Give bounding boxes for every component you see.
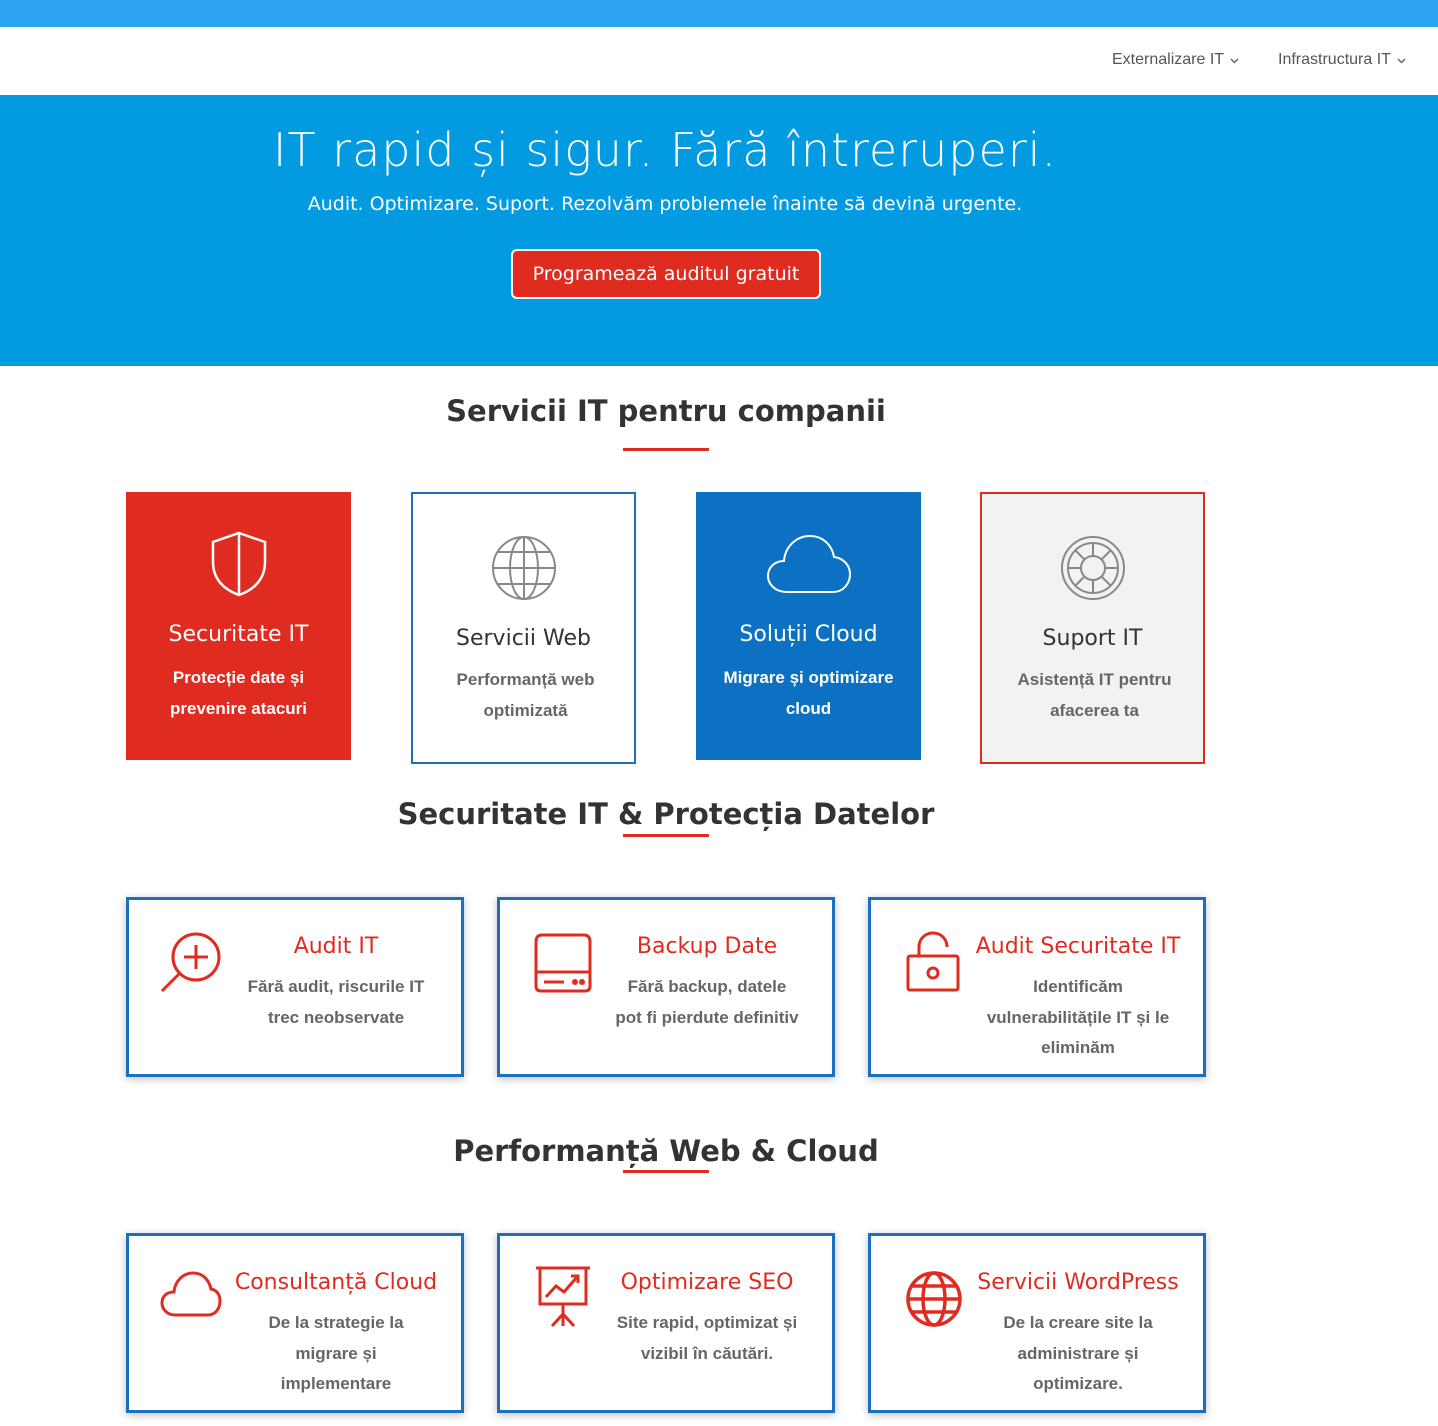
- card-title: Backup Date: [636, 934, 778, 959]
- lifebuoy-icon: [982, 534, 1203, 602]
- service-description: Performanță web optimizată: [456, 670, 595, 720]
- globe-icon: [905, 1270, 971, 1336]
- card-description: De la strategie la migrare și implementa…: [268, 1313, 404, 1393]
- service-title: Securitate IT: [168, 622, 309, 647]
- service-description: Asistență IT pentru afacerea ta: [1017, 670, 1172, 720]
- header-nav: Externalizare IT Infrastructura IT: [0, 27, 1438, 95]
- card-title: Audit IT: [293, 934, 379, 959]
- service-tile-securitate-it[interactable]: Securitate IT Protecție date și prevenir…: [126, 492, 351, 760]
- hero-section: IT rapid și sigur. Fără întreruperi. Aud…: [0, 95, 1438, 366]
- service-tile-suport-it[interactable]: Suport IT Asistență IT pentru afacerea t…: [980, 492, 1205, 764]
- unlock-icon: [905, 930, 971, 996]
- card-title: Servicii WordPress: [977, 1270, 1179, 1295]
- card-description: Site rapid, optimizat și vizibil în căut…: [616, 1313, 798, 1363]
- service-title: Soluții Cloud: [739, 622, 878, 647]
- card-title: Optimizare SEO: [620, 1270, 794, 1295]
- section-divider: [623, 834, 709, 837]
- presentation-chart-icon: [534, 1264, 600, 1330]
- nav-item-externalizare-it[interactable]: Externalizare IT: [1112, 51, 1239, 69]
- card-backup-date[interactable]: Backup Date Fără backup, datele pot fi p…: [497, 897, 835, 1077]
- hero-subtitle: Audit. Optimizare. Suport. Rezolvăm prob…: [307, 193, 1023, 215]
- card-title: Audit Securitate IT: [975, 934, 1181, 959]
- schedule-audit-button[interactable]: Programează auditul gratuit: [511, 249, 821, 299]
- zoom-in-icon: [159, 930, 225, 996]
- section-divider: [623, 448, 709, 451]
- cloud-icon: [159, 1270, 225, 1336]
- card-description: Identificăm vulnerabilitățile IT și le e…: [986, 977, 1170, 1057]
- service-tile-solutii-cloud[interactable]: Soluții Cloud Migrare și optimizare clou…: [696, 492, 921, 760]
- section-title-services: Servicii IT pentru companii: [446, 394, 886, 428]
- chevron-down-icon: [1230, 55, 1239, 67]
- shield-icon: [126, 530, 351, 598]
- section-divider: [623, 1170, 709, 1173]
- card-description: Fără audit, riscurile IT trec neobservat…: [247, 977, 425, 1027]
- card-audit-securitate-it[interactable]: Audit Securitate IT Identificăm vulnerab…: [868, 897, 1206, 1077]
- top-bar: [0, 0, 1438, 27]
- service-title: Servicii Web: [456, 626, 591, 651]
- card-title: Consultanță Cloud: [234, 1270, 438, 1295]
- service-tile-servicii-web[interactable]: Servicii Web Performanță web optimizată: [411, 492, 636, 764]
- service-description: Migrare și optimizare cloud: [723, 668, 894, 718]
- service-description: Protecție date și prevenire atacuri: [169, 668, 307, 718]
- section-title-security: Securitate IT & Protecția Datelor: [397, 797, 935, 831]
- hero-title: IT rapid și sigur. Fără întreruperi.: [272, 123, 1058, 177]
- globe-icon: [413, 534, 634, 602]
- card-description: Fără backup, datele pot fi pierdute defi…: [615, 977, 799, 1027]
- card-optimizare-seo[interactable]: Optimizare SEO Site rapid, optimizat și …: [497, 1233, 835, 1413]
- nav-item-label: Externalizare IT: [1112, 51, 1225, 68]
- service-title: Suport IT: [1042, 626, 1143, 651]
- hard-drive-icon: [530, 932, 596, 998]
- nav-item-infrastructura-it[interactable]: Infrastructura IT: [1278, 51, 1406, 69]
- chevron-down-icon: [1397, 55, 1406, 67]
- card-audit-it[interactable]: Audit IT Fără audit, riscurile IT trec n…: [126, 897, 464, 1077]
- card-consultanta-cloud[interactable]: Consultanță Cloud De la strategie la mig…: [126, 1233, 464, 1413]
- card-description: De la creare site la administrare și opt…: [1003, 1313, 1153, 1393]
- card-servicii-wordpress[interactable]: Servicii WordPress De la creare site la …: [868, 1233, 1206, 1413]
- section-title-performance: Performanță Web & Cloud: [453, 1134, 879, 1168]
- nav-item-label: Infrastructura IT: [1278, 51, 1391, 68]
- cloud-icon: [696, 532, 921, 596]
